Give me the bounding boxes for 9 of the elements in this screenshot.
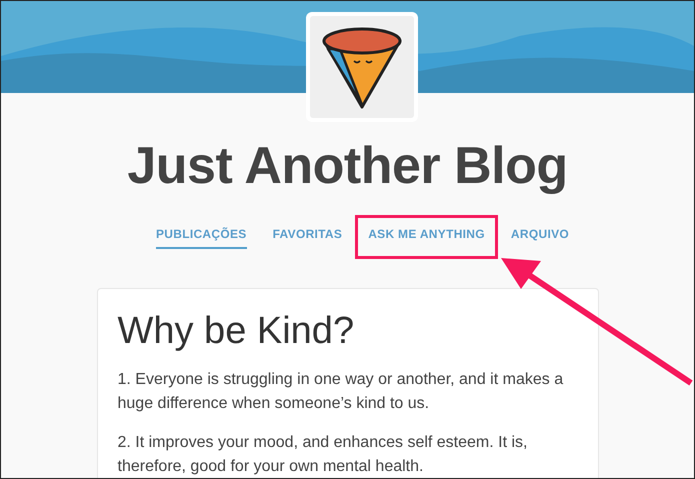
post-paragraph: 2. It improves your mood, and enhances self esteem. It is, therefore, good for your own mental health. <box>118 433 528 478</box>
nav-link[interactable]: FAVORITAS <box>260 214 356 259</box>
post-paragraph: 1. Everyone is struggling in one way or another, and it makes a huge difference when someone’s kind to us. <box>118 370 564 414</box>
nav-link[interactable]: ARQUIVO <box>498 214 582 259</box>
cone-logo-icon <box>320 25 404 109</box>
blog-title: Just Another Blog <box>126 137 569 197</box>
post-title: Why be Kind? <box>118 308 356 354</box>
nav-link[interactable]: ASK ME ANYTHING <box>355 214 498 259</box>
nav-link[interactable]: PUBLICAÇÕES <box>142 214 260 259</box>
